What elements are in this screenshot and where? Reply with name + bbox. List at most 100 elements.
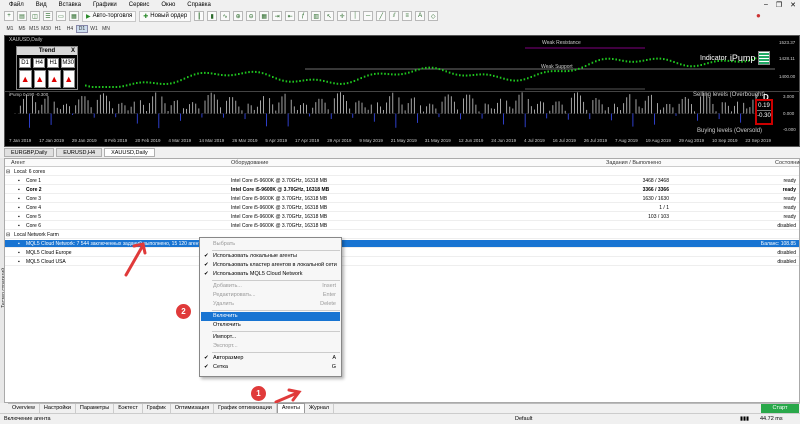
- trend-close-icon[interactable]: X: [71, 48, 75, 54]
- price-chart[interactable]: [5, 36, 800, 90]
- tile-icon[interactable]: ▦: [259, 11, 270, 21]
- context-menu-item[interactable]: ✔ Использовать кластер агентов в локально…: [201, 261, 340, 270]
- menu-view[interactable]: Вид: [30, 2, 53, 8]
- menu-tools[interactable]: Сервис: [123, 2, 156, 8]
- tab-xauusd[interactable]: XAUUSD,Daily: [104, 148, 155, 157]
- oscillator-bar: [66, 103, 67, 114]
- col-agent[interactable]: Агент: [11, 160, 25, 166]
- table-row[interactable]: ▪ Core 3 Intel Core i5-9600K @ 3.70GHz, 16…: [5, 195, 799, 203]
- oscillator-bar: [497, 102, 498, 114]
- text-icon[interactable]: A: [415, 11, 426, 21]
- menu-insert[interactable]: Вставка: [53, 2, 87, 8]
- new-chart-icon[interactable]: +: [4, 11, 14, 21]
- context-menu-item[interactable]: Удалить Delete: [201, 300, 340, 309]
- tf-m30[interactable]: M30: [40, 26, 52, 32]
- algo-trading-button[interactable]: ▶ Авто-торговля: [82, 10, 137, 22]
- new-order-button[interactable]: ✚ Новый ордер: [139, 10, 192, 22]
- channel-icon[interactable]: ⫽: [389, 11, 400, 21]
- tf-h4[interactable]: H4: [64, 26, 76, 32]
- group-row[interactable]: ⊟ Local: 6 cores: [5, 168, 799, 176]
- navigator-icon[interactable]: ☰: [43, 11, 53, 21]
- tab-graph[interactable]: График: [143, 404, 171, 413]
- group-row[interactable]: ⊟ Local Network Farm: [5, 231, 799, 239]
- context-menu-item[interactable]: ✔ Авторазмер A: [201, 354, 340, 363]
- table-row[interactable]: ▪ Core 5 Intel Core i5-9600K @ 3.70GHz, 16…: [5, 213, 799, 221]
- tab-optimization-graph[interactable]: График оптимизации: [214, 404, 277, 413]
- context-menu-item[interactable]: Редактировать... Enter: [201, 291, 340, 300]
- context-menu-item[interactable]: Включить: [201, 312, 340, 321]
- table-row[interactable]: ▪ Core 4 Intel Core i5-9600K @ 3.70GHz, 16…: [5, 204, 799, 212]
- tester-icon[interactable]: ▦: [69, 11, 79, 21]
- menu-charts[interactable]: Графики: [87, 2, 123, 8]
- col-tasks[interactable]: Задания / Выполнено: [606, 160, 661, 166]
- table-row[interactable]: ▪ MQL5 Cloud Network: 7 544 заключенных з…: [5, 240, 799, 248]
- autoscroll-icon[interactable]: ⇥: [272, 11, 283, 21]
- context-menu-item[interactable]: Импорт...: [201, 333, 340, 342]
- account-icon[interactable]: ●: [756, 11, 761, 20]
- candle-mark: [537, 73, 539, 76]
- tab-inputs[interactable]: Параметры: [76, 404, 115, 413]
- oscillator-bar: [84, 96, 86, 114]
- candle-mark: [663, 58, 665, 61]
- context-menu-item[interactable]: ✔ Использовать локальные агенты: [201, 252, 340, 261]
- start-button[interactable]: Старт: [761, 404, 799, 413]
- tf-m5[interactable]: M5: [16, 26, 28, 32]
- tab-eurusd[interactable]: EURUSD,H4: [56, 148, 103, 157]
- bar-chart-icon[interactable]: ┃: [194, 11, 205, 21]
- minimize-icon[interactable]: –: [764, 1, 768, 8]
- tf-mn[interactable]: MN: [100, 26, 112, 32]
- close-icon[interactable]: ✕: [790, 1, 796, 9]
- market-watch-icon[interactable]: ◫: [30, 11, 40, 21]
- tf-d1[interactable]: D1: [76, 24, 88, 33]
- candles-icon[interactable]: ▮: [207, 11, 218, 21]
- context-menu-item[interactable]: Экспорт...: [201, 342, 340, 351]
- context-menu-item[interactable]: Добавить... Insert: [201, 282, 340, 291]
- chart-window[interactable]: XAUUSD,Daily Weak Resistance Weak Suppor…: [4, 35, 800, 147]
- tab-journal[interactable]: Журнал: [305, 404, 335, 413]
- line-chart-icon[interactable]: ∿: [220, 11, 231, 21]
- hline-icon[interactable]: ─: [363, 11, 374, 21]
- col-hardware[interactable]: Оборудование: [231, 160, 268, 166]
- menu-window[interactable]: Окно: [155, 2, 181, 8]
- tab-optimization[interactable]: Оптимизация: [171, 404, 215, 413]
- shapes-icon[interactable]: ◇: [428, 11, 439, 21]
- table-row[interactable]: ▪ Core 6 Intel Core i5-9600K @ 3.70GHz, 16…: [5, 222, 799, 230]
- context-menu-item[interactable]: ✔ Использовать MQL5 Cloud Network: [201, 270, 340, 279]
- candle-mark: [278, 78, 281, 81]
- menu-file[interactable]: Файл: [3, 2, 30, 8]
- col-state[interactable]: Состояние: [775, 160, 800, 166]
- candle-mark: [363, 75, 366, 78]
- restore-icon[interactable]: ❐: [776, 1, 782, 9]
- trendline-icon[interactable]: ╱: [376, 11, 387, 21]
- tf-m1[interactable]: M1: [4, 26, 16, 32]
- zoom-in-icon[interactable]: ⊕: [233, 11, 244, 21]
- tab-overview[interactable]: Overview: [8, 404, 40, 413]
- zoom-out-icon[interactable]: ⊖: [246, 11, 257, 21]
- tf-w1[interactable]: W1: [88, 26, 100, 32]
- table-row[interactable]: ▪ MQL5 Cloud Europe disabled: [5, 249, 799, 257]
- cursor-icon[interactable]: ↖: [324, 11, 335, 21]
- menu-help[interactable]: Справка: [181, 2, 217, 8]
- fibo-icon[interactable]: ≡: [402, 11, 413, 21]
- oscillator-bar: [641, 108, 643, 114]
- context-menu-item[interactable]: ✔ Сетка G: [201, 363, 340, 372]
- terminal-icon[interactable]: ▭: [56, 11, 66, 21]
- context-menu-item[interactable]: Отключить: [201, 321, 340, 330]
- vline-icon[interactable]: │: [350, 11, 361, 21]
- crosshair-icon[interactable]: ✛: [337, 11, 348, 21]
- table-row[interactable]: ▪ Core 2 Intel Core i5-9600K @ 3.70GHz, 16…: [5, 186, 799, 194]
- templates-icon[interactable]: ▥: [311, 11, 322, 21]
- tf-h1[interactable]: H1: [52, 26, 64, 32]
- tab-settings[interactable]: Настройки: [40, 404, 76, 413]
- tf-m15[interactable]: M15: [28, 26, 40, 32]
- ipump-oscillator[interactable]: [5, 91, 800, 135]
- indicators-icon[interactable]: ƒ: [298, 11, 309, 21]
- tab-eurgbp[interactable]: EURGBP,Daily: [4, 148, 55, 157]
- context-menu-item[interactable]: Выбрать: [201, 240, 340, 249]
- chart-shift-icon[interactable]: ⇤: [285, 11, 296, 21]
- agent-state: ready: [783, 178, 796, 184]
- tab-backtest[interactable]: Бэктест: [114, 404, 143, 413]
- profiles-icon[interactable]: ▤: [17, 11, 27, 21]
- table-row[interactable]: ▪ Core 1 Intel Core i5-9600K @ 3.70GHz, 16…: [5, 177, 799, 185]
- table-row[interactable]: ▪ MQL5 Cloud USA disabled: [5, 258, 799, 266]
